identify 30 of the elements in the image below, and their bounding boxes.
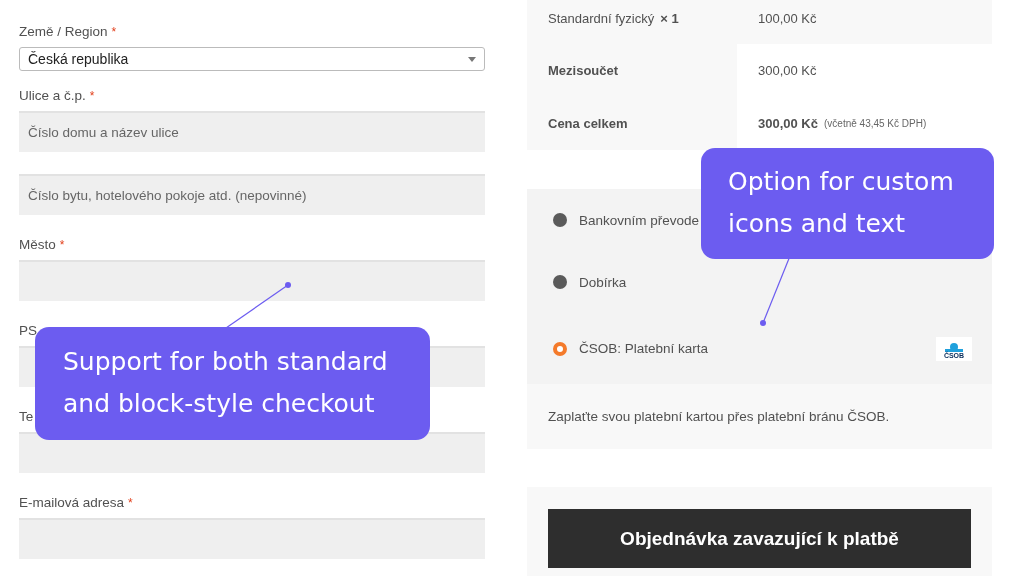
input-field[interactable]: Číslo domu a název ulice <box>19 111 485 152</box>
summary-label: Standardní fyzický <box>548 10 655 26</box>
payment-method-label[interactable]: Bankovním převode <box>579 212 700 228</box>
tax-note: (včetně 43,45 Kč DPH) <box>824 118 927 129</box>
payment-method-label[interactable]: ČSOB: Platební karta <box>579 341 709 356</box>
quantity: × 1 <box>660 10 679 26</box>
summary-value: 300,00 Kč <box>758 63 817 78</box>
caret-icon <box>468 56 476 62</box>
payment-description: Zaplaťte svou platební kartou přes platební bránu ČSOB. <box>527 384 992 449</box>
summary-value: 300,00 Kč <box>758 116 818 131</box>
radio-button[interactable] <box>553 275 567 289</box>
radio-button[interactable] <box>553 213 567 227</box>
field-label: Město * <box>19 237 66 254</box>
place-order-button[interactable]: Objednávka zavazující k platbě <box>548 509 971 568</box>
input-field[interactable] <box>19 518 485 559</box>
summary-label: Mezisoučet <box>548 63 619 78</box>
input-field[interactable] <box>19 260 485 301</box>
callout-tooltip: Option for custom icons and text <box>701 148 994 259</box>
field-label: E-mailová adresa * <box>19 495 134 512</box>
payment-method-label[interactable]: Dobírka <box>579 274 627 290</box>
field-label: PS <box>19 323 38 340</box>
leader-line <box>224 282 292 330</box>
field-label: Te <box>19 409 35 426</box>
radio-button[interactable] <box>553 341 567 356</box>
field-label: Ulice a č.p. * <box>19 88 96 105</box>
input-field[interactable]: Číslo bytu, hotelového pokoje atd. (nepovinné) <box>19 174 485 215</box>
field-label: Země / Region * <box>19 24 118 41</box>
country-select[interactable]: Česká republika <box>19 47 485 71</box>
summary-label: Cena celkem <box>548 116 628 131</box>
summary-value: 100,00 Kč <box>758 10 817 26</box>
